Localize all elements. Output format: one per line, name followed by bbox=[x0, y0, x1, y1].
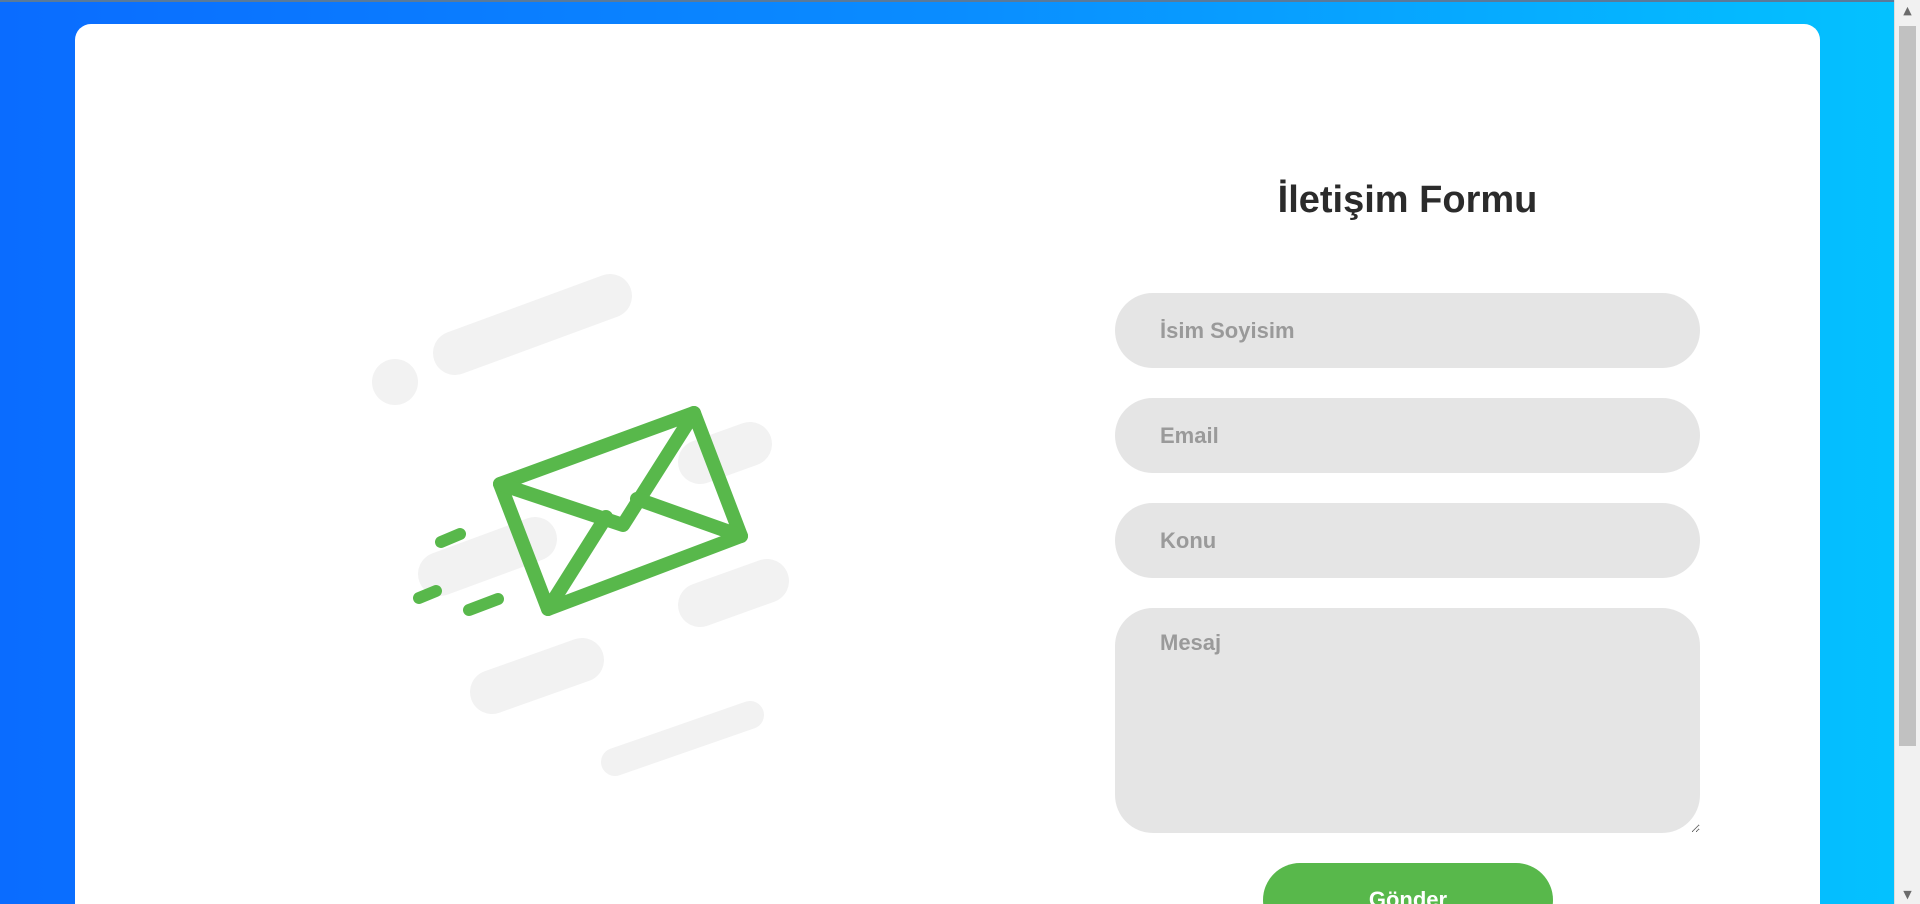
contact-card: İletişim Formu Gönder bbox=[75, 24, 1820, 904]
scroll-up-arrow-icon[interactable]: ▲ bbox=[1895, 0, 1920, 20]
email-input[interactable] bbox=[1115, 398, 1700, 473]
scrollbar-thumb[interactable] bbox=[1899, 26, 1916, 746]
envelope-illustration bbox=[372, 274, 789, 776]
page-background: İletişim Formu Gönder ▲ ▼ bbox=[0, 0, 1920, 904]
subject-input[interactable] bbox=[1115, 503, 1700, 578]
scroll-down-arrow-icon[interactable]: ▼ bbox=[1895, 884, 1920, 904]
message-textarea[interactable] bbox=[1115, 608, 1700, 833]
vertical-scrollbar[interactable]: ▲ ▼ bbox=[1894, 0, 1920, 904]
form-title: İletişim Formu bbox=[1277, 179, 1538, 221]
submit-button[interactable]: Gönder bbox=[1263, 863, 1553, 904]
contact-form: İletişim Formu Gönder bbox=[1115, 24, 1700, 904]
name-input[interactable] bbox=[1115, 293, 1700, 368]
top-border bbox=[0, 0, 1920, 2]
envelope-icon bbox=[493, 406, 748, 616]
